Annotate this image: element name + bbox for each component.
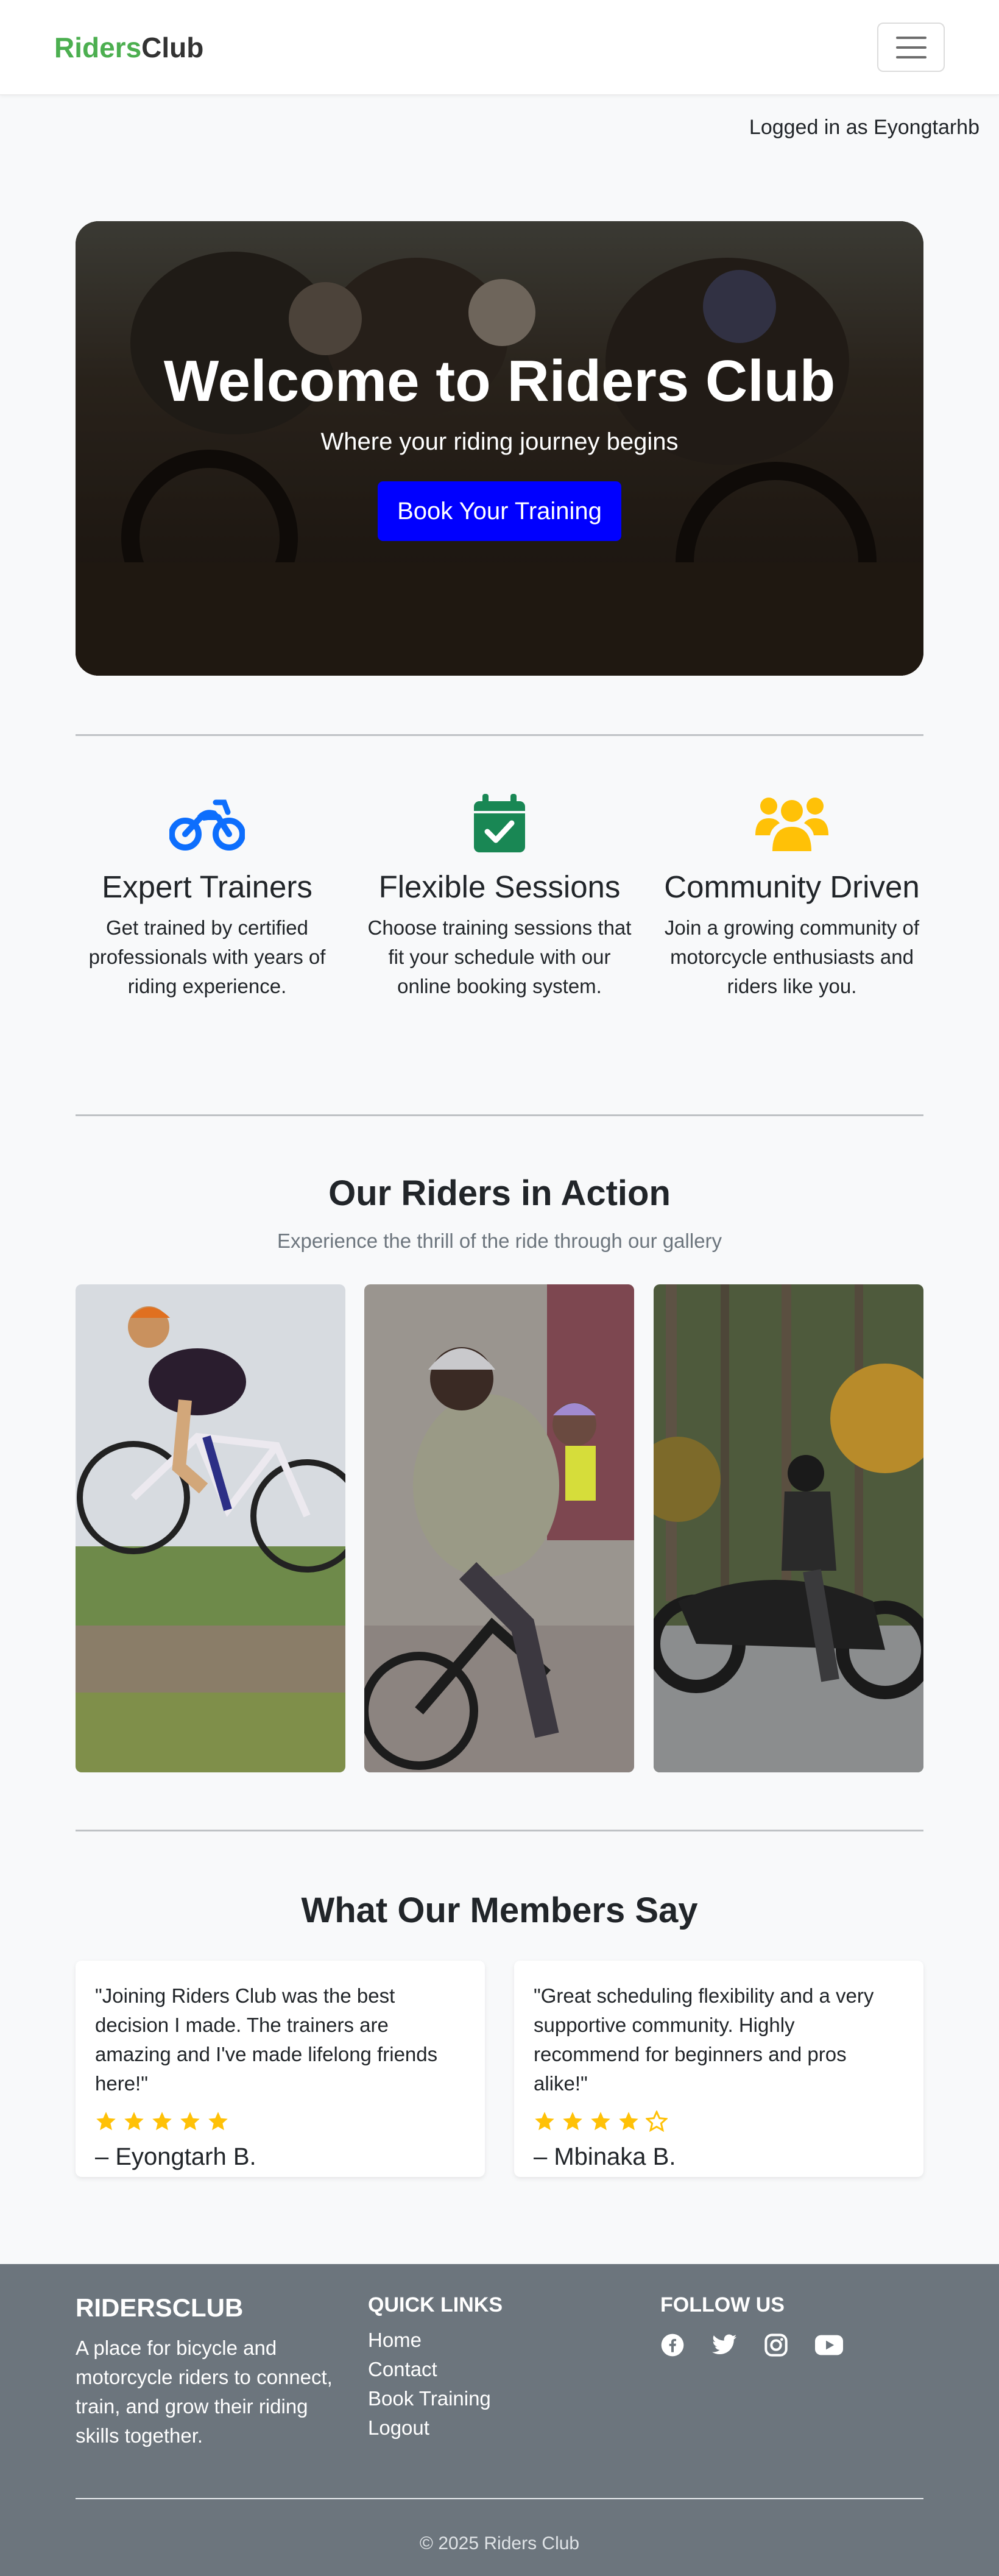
brand-part1: Riders [54,31,142,63]
gallery-image-cyclist[interactable] [76,1284,345,1772]
star-rating [95,2111,465,2132]
star-filled-icon [208,2112,228,2131]
feature-community-driven: Community Driven Join a growing communit… [658,790,926,1001]
star-filled-icon [96,2112,116,2131]
brand-part2: Club [141,31,204,63]
star-filled-icon [124,2112,144,2131]
footer-link-logout[interactable]: Logout [368,2413,636,2443]
calendar-check-icon [474,794,525,852]
feature-title: Expert Trainers [102,869,312,904]
feature-expert-trainers: Expert Trainers Get trained by certified… [73,790,341,1001]
feature-flexible-sessions: Flexible Sessions Choose training sessio… [365,790,634,1001]
star-rating [534,2111,904,2132]
hero-title: Welcome to Riders Club [163,348,836,414]
gallery-image-motorcycle-rider[interactable] [654,1284,923,1772]
divider [76,1830,923,1831]
instagram-icon[interactable] [764,2333,788,2357]
facebook-icon[interactable] [660,2333,685,2357]
gallery-subtitle: Experience the thrill of the ride throug… [277,1230,722,1252]
star-filled-icon [180,2112,200,2131]
feature-text: Choose training sessions that fit your s… [367,916,632,997]
star-empty-icon [646,2111,668,2132]
book-training-button[interactable]: Book Your Training [378,481,621,541]
star-filled-icon [535,2112,554,2131]
star-filled-icon [591,2112,610,2131]
footer-about: RIDERSCLUB A place for bicycle and motor… [76,2293,344,2450]
twitter-icon[interactable] [711,2333,737,2357]
hero-banner: Welcome to Riders Club Where your riding… [76,221,923,676]
footer-link-contact[interactable]: Contact [368,2355,636,2384]
footer-follow-title: FOLLOW US [660,2293,785,2316]
footer-link-book-training[interactable]: Book Training [368,2384,636,2413]
copyright-text: © 2025 Riders Club [419,2533,580,2553]
menu-toggle-button[interactable] [877,23,945,72]
footer-links-title: QUICK LINKS [368,2293,503,2316]
star-filled-icon [152,2112,172,2131]
footer-brand-title: RIDERSCLUB [76,2293,244,2322]
hero-subtitle: Where your riding journey begins [320,428,679,455]
star-filled-icon [619,2112,638,2131]
feature-title: Flexible Sessions [378,869,621,904]
divider [76,1114,923,1116]
footer-quick-links: QUICK LINKS Home Contact Book Training L… [368,2293,636,2443]
testimonial-card: "Great scheduling flexibility and a very… [514,1961,923,2177]
youtube-icon[interactable] [815,2333,843,2357]
footer-follow: FOLLOW US [660,2293,928,2357]
footer: RIDERSCLUB A place for bicycle and motor… [0,2264,999,2576]
logged-in-status: Logged in as Eyongtarhb [749,116,980,139]
hamburger-icon [895,36,927,39]
testimonial-quote: "Joining Riders Club was the best decisi… [95,1984,438,2095]
brand-logo[interactable]: RidersClub [54,31,203,64]
star-filled-icon [563,2112,582,2131]
testimonial-quote: "Great scheduling flexibility and a very… [534,1984,874,2095]
footer-about-text: A place for bicycle and motorcycle rider… [76,2337,333,2447]
motorcycle-icon [169,799,245,851]
users-icon [755,798,828,851]
gallery-image-ebike-rider[interactable] [364,1284,634,1772]
footer-link-home[interactable]: Home [368,2326,636,2355]
divider [76,734,923,736]
gallery-title: Our Riders in Action [328,1173,671,1213]
feature-text: Join a growing community of motorcycle e… [664,916,920,997]
testimonials-title: What Our Members Say [301,1891,698,1930]
testimonial-author: – Mbinaka B. [534,2143,676,2170]
navbar: RidersClub [0,0,999,95]
feature-text: Get trained by certified professionals w… [88,916,326,997]
feature-title: Community Driven [664,869,920,904]
footer-divider [76,2498,923,2499]
testimonial-card: "Joining Riders Club was the best decisi… [76,1961,485,2177]
testimonial-author: – Eyongtarh B. [95,2143,256,2170]
